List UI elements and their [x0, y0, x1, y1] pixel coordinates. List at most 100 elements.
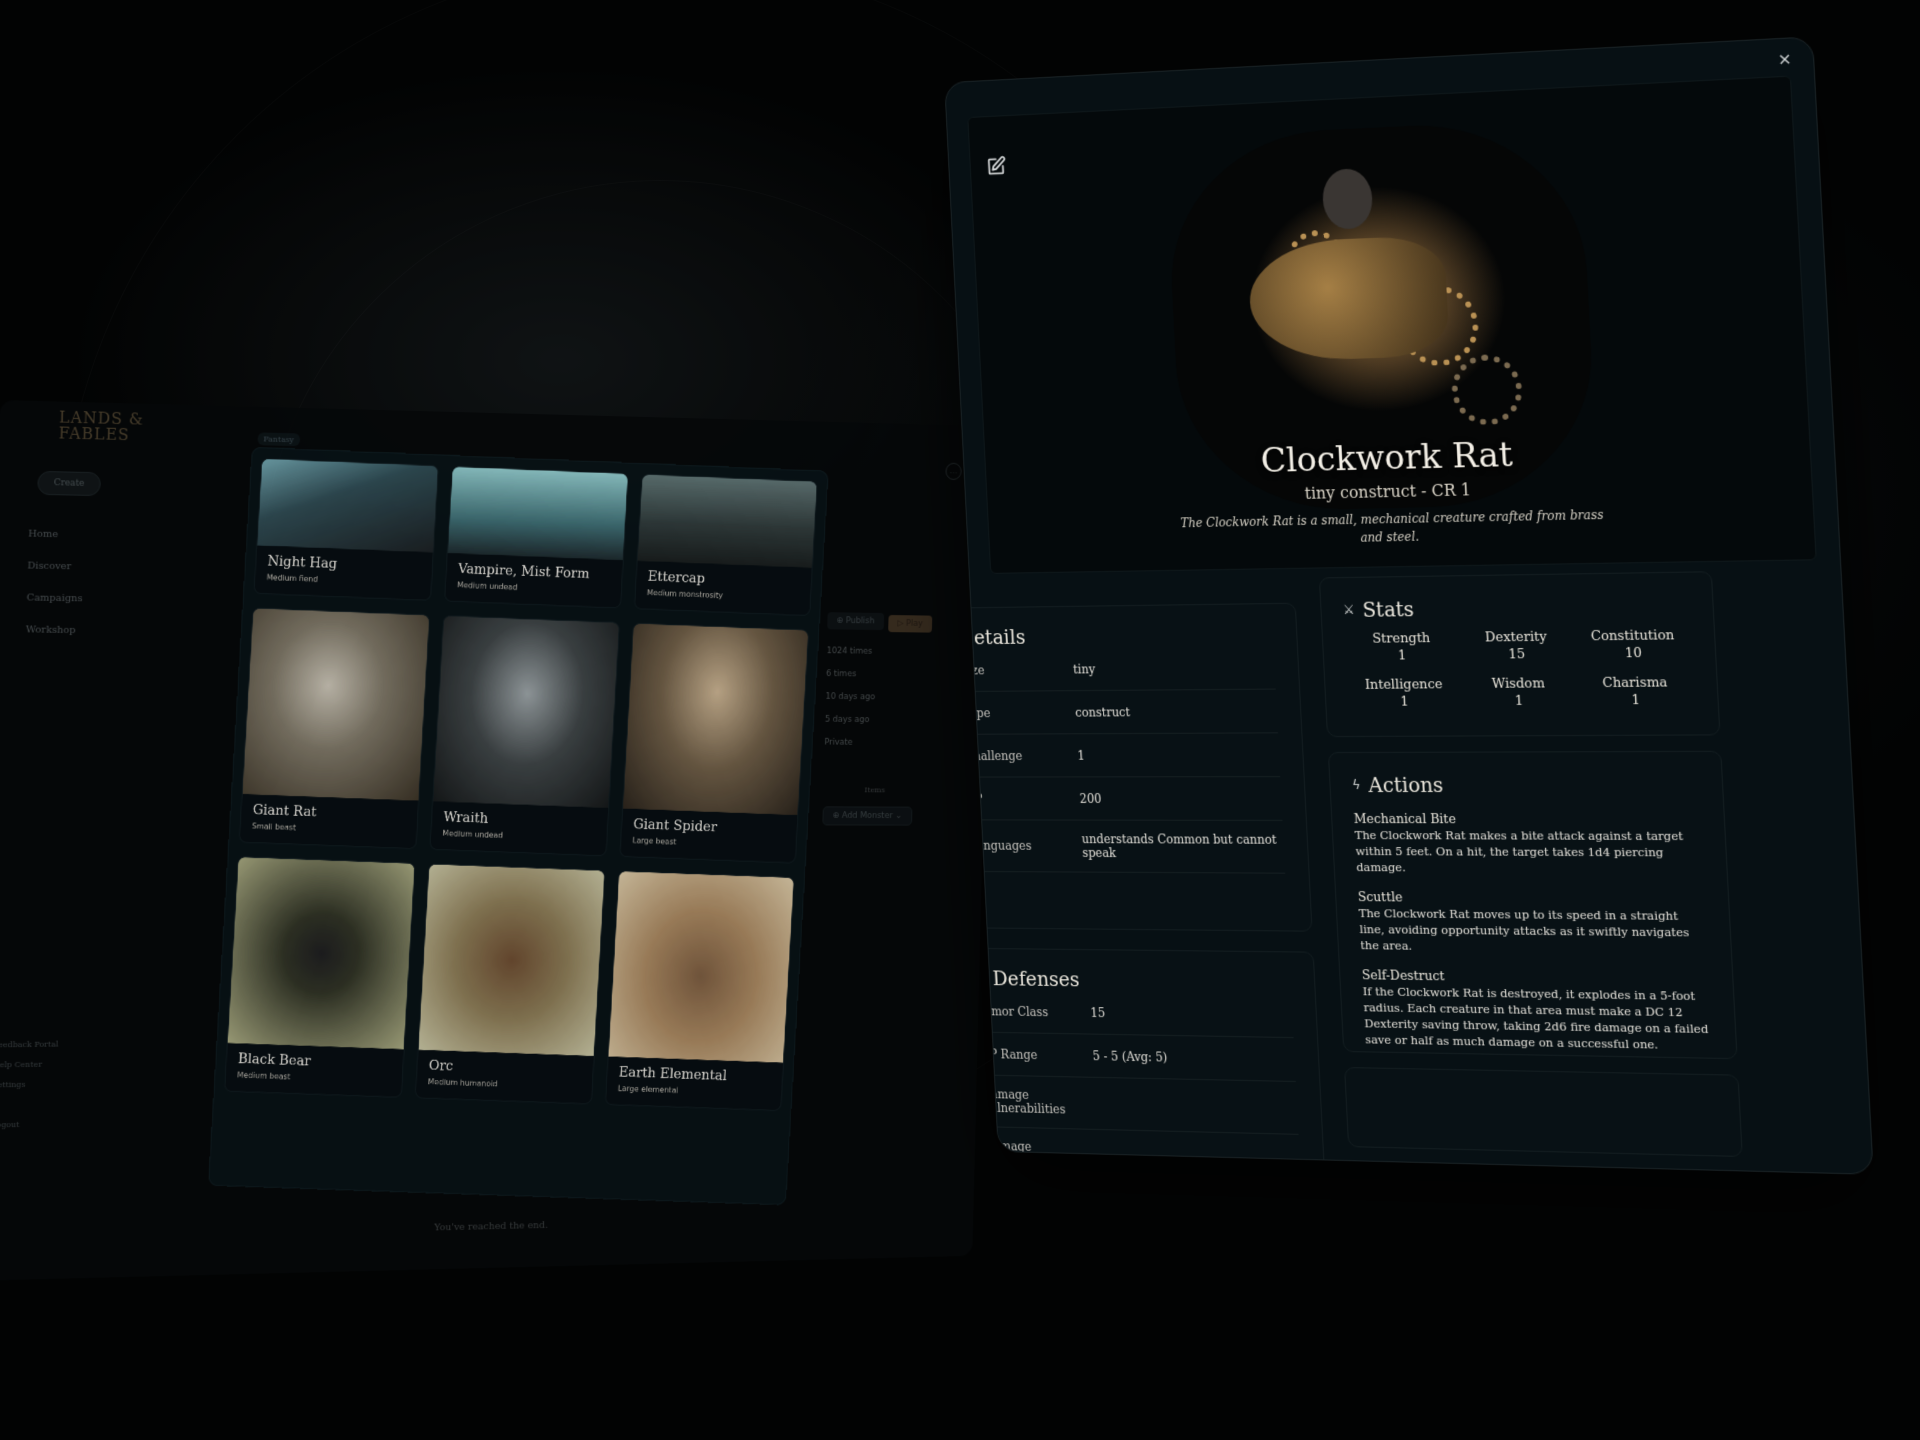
- monster-card[interactable]: Wraith Medium undead: [429, 615, 621, 857]
- monster-card[interactable]: Giant Rat Small beast: [238, 607, 431, 850]
- monster-card-subtitle: Medium beast: [236, 1070, 291, 1082]
- property-row: XP200: [966, 777, 1283, 821]
- sidebar-link-help[interactable]: Help Center: [0, 1060, 42, 1070]
- ability-label: Intelligence: [1364, 677, 1443, 693]
- actions-title: ϟ Actions: [1352, 772, 1700, 797]
- details-rows: SizetinyTypeconstructChallenge1XP200Lang…: [959, 645, 1286, 874]
- property-row: Damage Vulnerabilities: [980, 1075, 1299, 1135]
- action-entry: Self-Destruct If the Clockwork Rat is des…: [1362, 967, 1714, 1053]
- monster-card-image: [433, 616, 620, 808]
- create-button[interactable]: Create: [37, 470, 101, 497]
- property-label: Challenge: [964, 748, 1023, 763]
- monster-card-subtitle: Medium humanoid: [427, 1077, 498, 1089]
- property-label: Type: [962, 705, 991, 720]
- monster-card[interactable]: Ettercap Medium monstrosity: [633, 473, 818, 617]
- end-of-list-text: You've reached the end.: [434, 1220, 549, 1234]
- monster-card[interactable]: Giant Spider Large beast: [619, 622, 810, 864]
- ability-value: 1: [1400, 694, 1410, 710]
- sidebar-link-logout[interactable]: Logout: [0, 1120, 19, 1129]
- monster-card[interactable]: Orc Medium humanoid: [414, 863, 606, 1105]
- stats-title-text: Stats: [1361, 597, 1415, 622]
- monster-card-body: Giant Rat Small beast: [240, 794, 419, 848]
- ability-label: Constitution: [1590, 628, 1675, 645]
- play-button[interactable]: ▷ Play: [888, 614, 932, 633]
- property-value: 5 - 5 (Avg: 5): [1092, 1048, 1168, 1065]
- sidebar-item-discover[interactable]: Discover: [27, 561, 71, 573]
- sidebar-item-home[interactable]: Home: [28, 529, 58, 541]
- property-value: 1: [1077, 748, 1086, 763]
- monster-card-name: Ettercap: [647, 568, 706, 587]
- edit-button[interactable]: [985, 155, 1007, 177]
- property-value: 15: [1090, 1005, 1106, 1020]
- more-options-button[interactable]: …: [945, 462, 962, 481]
- monster-browser: Fantasy Night Hag Medium fiend Vampire, Mi…: [195, 406, 829, 1233]
- monster-card[interactable]: Black Bear Medium beast: [223, 856, 416, 1098]
- property-value: [1095, 1103, 1297, 1108]
- ability-score: Dexterity 15: [1458, 629, 1575, 663]
- property-label: XP: [967, 792, 1080, 806]
- add-monster-button[interactable]: ⊕ Add Monster ⌄: [822, 806, 913, 826]
- lightning-icon: ϟ: [1351, 777, 1361, 793]
- actions-section: ϟ Actions Mechanical Bite The Clockwork R…: [1327, 750, 1738, 1060]
- property-label: Armor Class: [977, 1003, 1049, 1019]
- monster-card-image: [242, 608, 430, 801]
- details-title: Details: [958, 622, 1273, 649]
- publish-label: Publish: [845, 616, 875, 627]
- monster-card-subtitle: Large elemental: [617, 1084, 679, 1095]
- monster-card[interactable]: Night Hag Medium fiend: [253, 457, 439, 601]
- campaign-stat: 10 days ago: [825, 692, 876, 703]
- property-row: Challenge 1: [963, 733, 1281, 778]
- play-icon: ▷: [897, 618, 907, 629]
- actions-title-text: Actions: [1367, 772, 1444, 798]
- monster-card-subtitle: Medium fiend: [266, 572, 318, 584]
- monster-card-subtitle: Medium monstrosity: [646, 588, 724, 601]
- stat-grid: Strength 1 Dexterity 15 Constitution 10 Intell…: [1344, 628, 1695, 710]
- filter-tag[interactable]: Fantasy: [257, 432, 300, 447]
- sidebar-item-campaigns[interactable]: Campaigns: [26, 592, 82, 604]
- ellipsis-icon: …: [949, 466, 958, 477]
- campaign-stat: 5 days ago: [824, 714, 870, 725]
- action-description: The Clockwork Rat makes a bite attack ag…: [1354, 828, 1684, 875]
- ability-value: 15: [1508, 647, 1526, 663]
- action-entry: Mechanical Bite The Clockwork Rat makes a…: [1353, 811, 1704, 877]
- ability-value: 10: [1624, 645, 1643, 662]
- publish-button[interactable]: ⊕ Publish: [827, 612, 884, 631]
- monster-card-name: Orc: [428, 1057, 454, 1075]
- rat-head: [1246, 235, 1450, 362]
- monster-card-body: Ettercap Medium monstrosity: [635, 561, 812, 615]
- sidebar-link-feedback[interactable]: Feedback Portal: [0, 1040, 58, 1050]
- monster-hero: Clockwork Rat tiny construct - CR 1 The …: [967, 75, 1817, 574]
- action-name: Mechanical Bite: [1353, 811, 1457, 827]
- property-row: Type construct: [961, 689, 1278, 735]
- property-label: Damage Vulnerabilities: [981, 1087, 1066, 1117]
- defenses-rows: Armor Class 15 HP Range 5 - 5 (Avg: 5) Damag…: [976, 989, 1302, 1175]
- monster-card-image: [418, 864, 605, 1056]
- app-logo[interactable]: LANDS & FABLES: [58, 408, 215, 446]
- monster-card[interactable]: Vampire, Mist Form Medium undead: [444, 465, 629, 609]
- action-entry: Scuttle The Clockwork Rat moves up to its…: [1358, 889, 1709, 957]
- monster-card-body: Wraith Medium undead: [430, 801, 608, 855]
- monster-detail-modal: × Clockwork Rat tiny construct - CR 1 Th…: [944, 36, 1874, 1175]
- action-description: The Clockwork Rat moves up to its speed …: [1358, 906, 1690, 953]
- play-label: Play: [905, 619, 923, 629]
- monster-card-name: Giant Spider: [632, 816, 718, 836]
- items-label: Items: [864, 785, 886, 795]
- close-button[interactable]: ×: [1773, 46, 1797, 70]
- create-label: Create: [53, 478, 85, 489]
- campaign-detail-panel: … ⊕ Publish ▷ Play 1024 times 6 times 10…: [822, 460, 966, 860]
- defenses-section: ⛉ Defenses Armor Class 15 HP Range 5 - 5 (A…: [951, 947, 1327, 1175]
- monster-card-body: Night Hag Medium fiend: [254, 545, 432, 600]
- sidebar-item-workshop[interactable]: Workshop: [26, 624, 76, 636]
- monster-grid: Night Hag Medium fiend Vampire, Mist Form M…: [223, 457, 818, 1112]
- sidebar-link-settings[interactable]: Settings: [0, 1080, 26, 1089]
- monster-card-name: Wraith: [442, 809, 489, 827]
- rat-ear: [1321, 167, 1374, 230]
- campaign-stat: 6 times: [825, 669, 857, 680]
- monster-grid-panel[interactable]: Night Hag Medium fiend Vampire, Mist Form M…: [208, 446, 829, 1206]
- monster-card-subtitle: Medium undead: [442, 828, 504, 840]
- monster-card-name: Night Hag: [267, 553, 338, 572]
- monster-description: The Clockwork Rat is a small, mechanical…: [1180, 507, 1604, 545]
- monster-card[interactable]: Earth Elemental Large elemental: [604, 870, 795, 1112]
- ability-score: Strength 1: [1344, 631, 1459, 664]
- property-value: 200: [1079, 791, 1102, 806]
